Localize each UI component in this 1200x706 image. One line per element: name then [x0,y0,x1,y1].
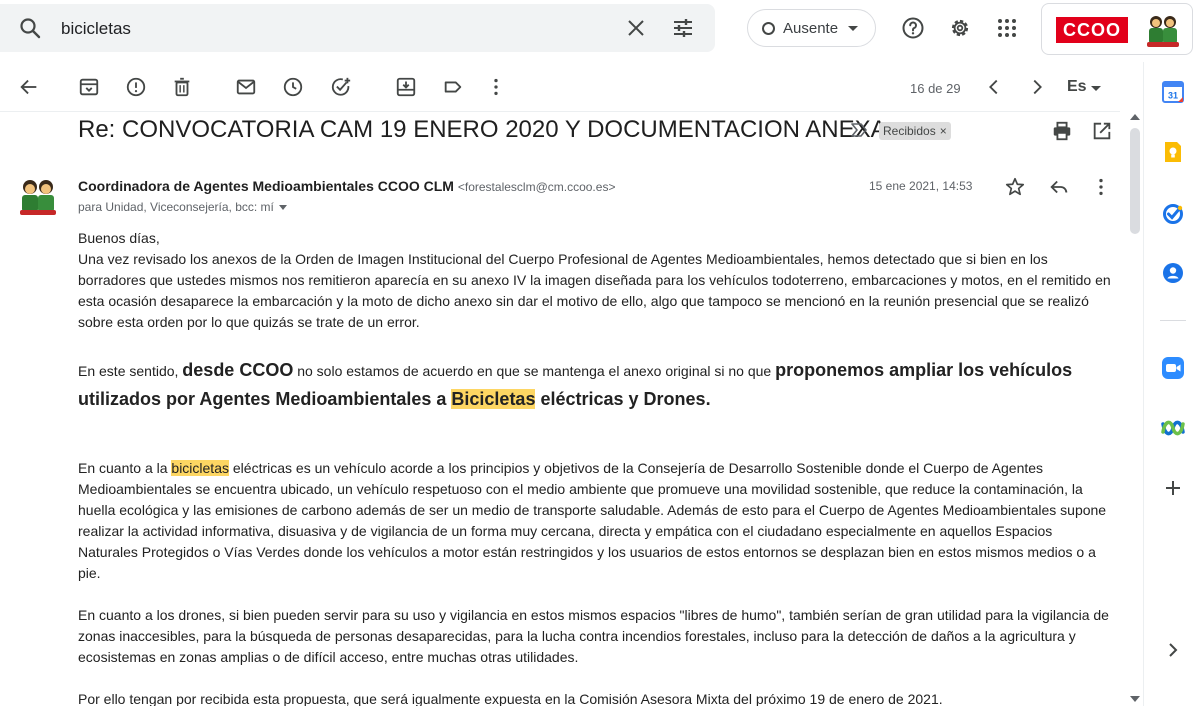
p2-text-a: En este sentido, [78,363,183,379]
side-panel-divider [1160,320,1186,321]
search-icon[interactable] [18,16,42,40]
keep-icon[interactable] [1161,140,1185,164]
ccoo-logo: CCOO [1056,17,1128,43]
chevron-down-icon[interactable] [1091,86,1101,91]
chevron-down-icon[interactable] [278,205,287,211]
gear-icon[interactable] [948,16,972,40]
sender-email: <forestalesclm@cm.ccoo.es> [457,180,616,194]
chevron-left-icon[interactable] [983,76,1005,98]
body-paragraph-3: En cuanto a la bicicletas eléctricas es … [78,458,1113,584]
chevron-down-icon [848,26,858,31]
more-vert-icon[interactable] [1090,176,1112,198]
add-to-tasks-icon[interactable] [330,76,352,98]
calendar-icon[interactable]: 31 [1161,80,1185,104]
remove-label-icon[interactable]: × [940,124,947,138]
body-paragraph-1: Una vez revisado los anexos de la Orden … [78,251,1111,330]
scroll-down-icon[interactable] [1130,696,1140,702]
snooze-clock-icon[interactable] [282,76,304,98]
side-panel: 31 [1143,62,1200,706]
calendar-day: 31 [1168,91,1178,101]
print-icon[interactable] [1051,120,1073,142]
message-toolbar: 16 de 29 Es [0,62,1120,112]
search-input[interactable]: bicicletas [61,19,131,39]
input-language-selector[interactable]: Es [1067,78,1087,96]
sender-name: Coordinadora de Agentes Medioambientales… [78,178,454,194]
p2-search-highlight: Bicicletas [451,389,536,409]
body-paragraph-5: Por ello tengan por recibida esta propue… [78,691,943,706]
more-vert-icon[interactable] [485,76,507,98]
email-body: Buenos días, Una vez revisado los anexos… [78,228,1113,706]
open-in-new-window-icon[interactable] [1091,120,1113,142]
apps-grid-icon[interactable] [995,16,1019,40]
importance-marker-icon[interactable] [849,122,869,138]
status-ring-icon [762,22,775,35]
p2-text-c: no solo estamos de acuerdo en que se man… [293,363,776,379]
zoom-icon[interactable] [1161,356,1185,380]
p3-text-c: eléctricas es un vehículo acorde a los p… [78,460,1107,581]
avatar-icon [1147,16,1179,47]
sender-avatar[interactable] [16,174,60,218]
archive-icon[interactable] [78,76,100,98]
status-label: Ausente [783,20,839,37]
label-icon[interactable] [442,76,464,98]
inbox-label-chip[interactable]: Recibidos × [879,122,951,140]
report-spam-icon[interactable] [125,76,147,98]
body-greeting: Buenos días, [78,230,160,246]
top-bar: bicicletas Ausente CCOO [0,0,1200,62]
recipients-text: para Unidad, Viceconsejería, bcc: mí [78,200,274,214]
chevron-right-icon[interactable] [1026,76,1048,98]
account-button[interactable]: CCOO [1041,3,1193,55]
p3-search-highlight: bicicletas [171,460,229,476]
close-icon[interactable] [624,16,648,40]
status-selector[interactable]: Ausente [747,9,876,47]
reply-icon[interactable] [1048,176,1070,198]
star-icon[interactable] [1004,176,1026,198]
body-paragraph-2: En este sentido, desde CCOO no solo esta… [78,356,1113,414]
mark-unread-icon[interactable] [235,76,257,98]
p2-emphasis-end: eléctricas y Drones. [535,389,711,409]
contacts-icon[interactable] [1161,261,1185,285]
move-to-icon[interactable] [395,76,417,98]
message-counter: 16 de 29 [910,81,961,96]
help-icon[interactable] [901,16,925,40]
sender-line[interactable]: Coordinadora de Agentes Medioambientales… [78,178,615,194]
delete-icon[interactable] [171,76,193,98]
label-chip-text: Recibidos [883,124,936,138]
search-bar[interactable]: bicicletas [0,4,715,52]
add-icon[interactable] [1161,476,1185,500]
scrollbar-thumb[interactable] [1130,128,1140,234]
tasks-icon[interactable] [1161,202,1185,226]
scroll-up-icon[interactable] [1130,114,1140,120]
email-date: 15 ene 2021, 14:53 [869,179,973,193]
p3-text-a: En cuanto a la [78,460,172,476]
email-subject: Re: CONVOCATORIA CAM 19 ENERO 2020 Y DOC… [78,116,887,143]
p2-emphasis-ccoo: desde CCOO [182,360,294,380]
webex-icon[interactable] [1161,416,1185,440]
tune-icon[interactable] [671,16,695,40]
body-paragraph-4: En cuanto a los drones, si bien pueden s… [78,607,1109,665]
chevron-right-icon[interactable] [1161,638,1185,662]
back-arrow-icon[interactable] [18,76,40,98]
recipients-line[interactable]: para Unidad, Viceconsejería, bcc: mí [78,200,287,214]
